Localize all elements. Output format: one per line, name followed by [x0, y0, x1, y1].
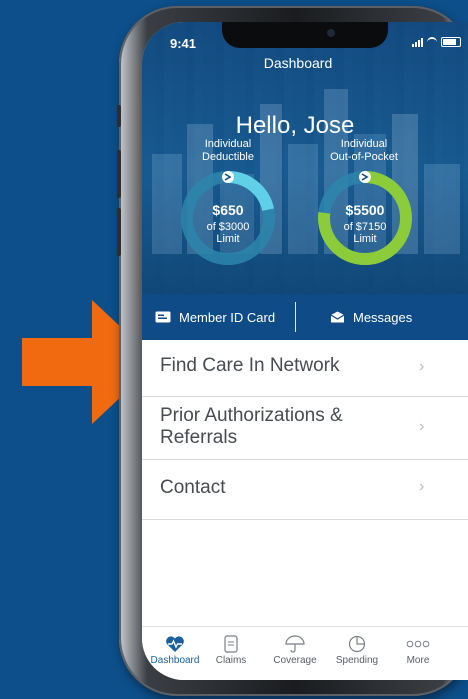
chevron-right-icon: ›: [419, 478, 425, 495]
out-of-pocket-amount: $5500: [345, 202, 385, 218]
tab-label: Dashboard: [150, 655, 200, 666]
chevron-right-icon: ›: [419, 418, 425, 435]
messages-button[interactable]: Messages: [330, 294, 412, 340]
more-dots-icon: [406, 640, 430, 648]
app-screen: 9:41 Dashboard Hello, Jose Individual De…: [142, 22, 468, 680]
mute-switch: [117, 105, 121, 127]
dashboard-hero: 9:41 Dashboard Hello, Jose Individual De…: [142, 22, 468, 294]
menu-item-find-care[interactable]: Find Care In Network ›: [142, 340, 468, 397]
tab-coverage[interactable]: Coverage: [265, 633, 325, 666]
out-of-pocket-progress-ring[interactable]: [315, 168, 415, 268]
member-id-card-button[interactable]: Member ID Card: [155, 294, 275, 340]
tab-more[interactable]: More: [388, 633, 448, 666]
page-title: Dashboard: [263, 55, 333, 71]
signal-icon: [412, 37, 423, 47]
deductible-limit: of $3000 Limit: [206, 221, 250, 245]
tab-claims[interactable]: Claims: [201, 633, 261, 666]
tab-label: Coverage: [273, 655, 317, 666]
tab-dashboard[interactable]: Dashboard: [145, 633, 205, 666]
deductible-amount: $650: [212, 202, 244, 218]
tab-label: Claims: [215, 655, 247, 666]
umbrella-icon: [285, 635, 305, 653]
deductible-ring-knob: [222, 171, 234, 183]
heart-pulse-icon: [166, 636, 184, 652]
tab-spending[interactable]: Spending: [327, 633, 387, 666]
deductible-label: Individual Deductible: [202, 138, 254, 163]
deductible-progress-ring[interactable]: [178, 168, 278, 268]
greeting: Hello, Jose: [235, 112, 355, 139]
out-of-pocket-limit: of $7150 Limit: [343, 221, 387, 245]
messages-label: Messages: [353, 309, 413, 325]
status-time: 9:41: [170, 36, 197, 51]
chevron-right-icon: ›: [419, 358, 425, 375]
menu-item-contact[interactable]: Contact ›: [142, 460, 468, 520]
tab-label: Spending: [335, 655, 379, 666]
actions-divider: [295, 302, 296, 332]
envelope-icon: [330, 311, 345, 323]
bottom-tab-bar: Dashboard Claims Coverage Spending More: [142, 626, 468, 680]
menu-item-label: Contact: [160, 477, 226, 498]
status-icons: [412, 37, 461, 47]
tab-label: More: [406, 655, 430, 666]
phone-notch: [222, 22, 388, 48]
document-icon: [224, 635, 238, 653]
volume-down-button: [117, 208, 121, 256]
id-card-icon: [155, 311, 171, 323]
menu-item-label: Find Care In Network: [160, 355, 340, 376]
menu-item-prior-authorizations[interactable]: Prior Authorizations & Referrals ›: [142, 397, 468, 460]
volume-up-button: [117, 150, 121, 198]
quick-actions-bar: Member ID Card Messages: [142, 294, 468, 340]
battery-icon: [441, 37, 461, 47]
oop-ring-knob: [359, 171, 371, 183]
menu-item-label: Prior Authorizations & Referrals: [160, 405, 343, 448]
out-of-pocket-label: Individual Out-of-Pocket: [330, 138, 398, 163]
wifi-icon: [427, 37, 437, 47]
pie-chart-icon: [348, 635, 366, 653]
front-camera: [327, 29, 335, 37]
member-id-card-label: Member ID Card: [179, 309, 276, 325]
